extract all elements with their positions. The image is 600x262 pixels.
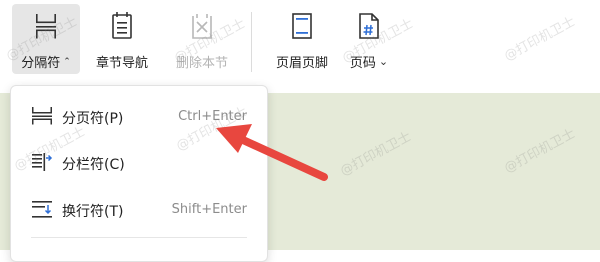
page-number-button[interactable]: 页码 ⌄ <box>344 4 394 74</box>
delete-section-button[interactable]: 删除本节 <box>166 4 238 74</box>
section-navigation-button[interactable]: 章节导航 <box>88 4 156 74</box>
menu-item-line-break[interactable]: 换行符(T) Shift+Enter <box>11 192 267 226</box>
delete-section-label: 删除本节 <box>175 56 228 71</box>
menu-item-shortcut: Shift+Enter <box>171 202 247 217</box>
column-break-icon <box>31 152 53 172</box>
section-navigation-label: 章节导航 <box>95 56 148 71</box>
separator-label: 分隔符 <box>21 56 61 71</box>
toolbar-divider <box>251 12 252 72</box>
section-navigation-icon <box>106 10 138 42</box>
delete-section-icon <box>186 10 218 42</box>
menu-item-label: 分栏符(C) <box>62 157 125 173</box>
menu-divider <box>31 237 247 238</box>
menu-item-page-break[interactable]: 分页符(P) Ctrl+Enter <box>11 99 267 133</box>
separator-icon <box>30 10 62 42</box>
chevron-down-icon: ⌄ <box>378 55 389 68</box>
chevron-up-icon: ⌃ <box>63 56 71 67</box>
menu-item-shortcut: Ctrl+Enter <box>178 109 247 124</box>
page-number-label: 页码 <box>349 56 376 71</box>
header-footer-icon <box>286 10 318 42</box>
line-break-icon <box>31 199 53 219</box>
separator-dropdown-menu: 分页符(P) Ctrl+Enter 分栏符(C) 换行符(T) Shift+En… <box>10 85 268 262</box>
page-number-icon <box>353 10 385 42</box>
header-footer-button[interactable]: 页眉页脚 <box>266 4 338 74</box>
header-footer-label: 页眉页脚 <box>275 56 328 71</box>
page-break-icon <box>31 106 53 126</box>
ribbon-toolbar: 分隔符 ⌃ 章节导航 删除本节 页眉页脚 页码 ⌄ <box>0 0 600 93</box>
menu-item-label: 分页符(P) <box>62 111 124 127</box>
menu-item-label: 换行符(T) <box>62 204 124 220</box>
menu-item-column-break[interactable]: 分栏符(C) <box>11 145 267 179</box>
separator-button[interactable]: 分隔符 ⌃ <box>12 4 80 74</box>
